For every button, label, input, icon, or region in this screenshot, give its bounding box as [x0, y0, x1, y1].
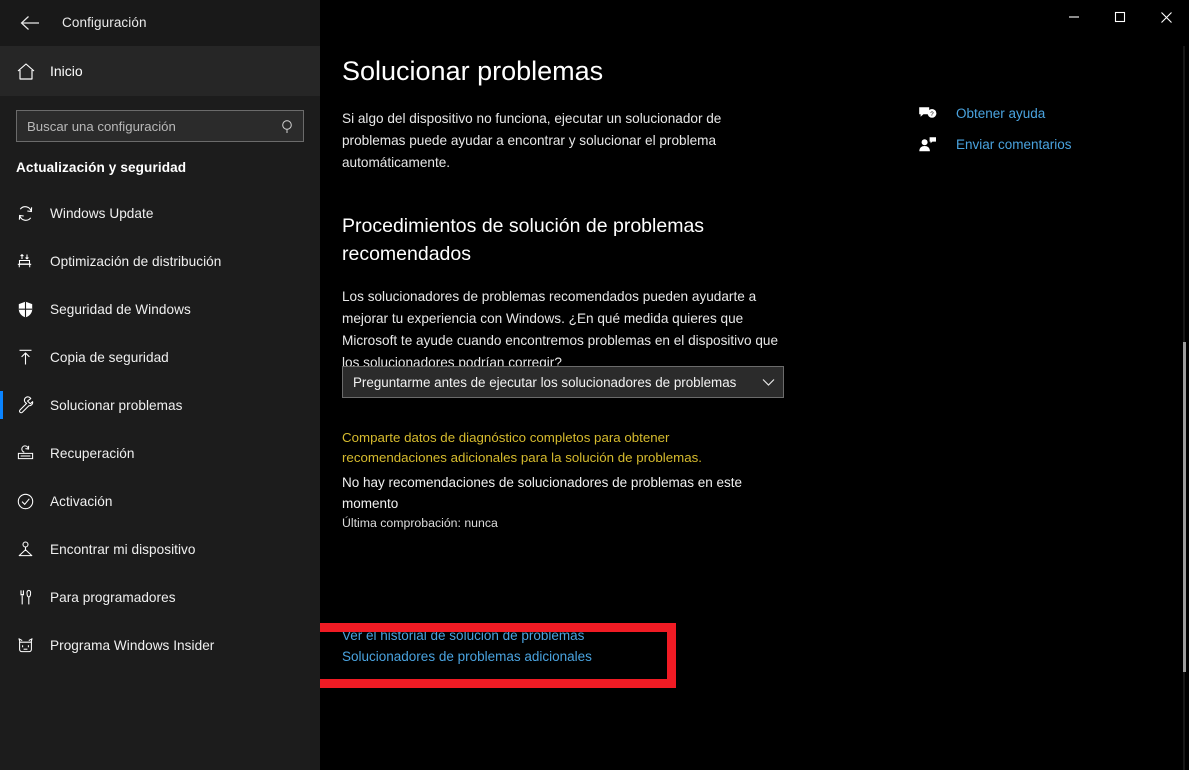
- additional-troubleshooters-link[interactable]: Solucionadores de problemas adicionales: [342, 649, 592, 664]
- sidebar-nav-list: Windows Update Optimización de distribuc…: [0, 189, 320, 669]
- chevron-down-icon: [753, 378, 783, 387]
- sidebar-item-windows-security[interactable]: Seguridad de Windows: [0, 285, 320, 333]
- minimize-icon: [1068, 11, 1080, 23]
- help-chat-icon: ?: [918, 105, 956, 122]
- recommended-troubleshooting-dropdown[interactable]: Preguntarme antes de ejecutar los soluci…: [342, 366, 784, 398]
- sidebar-item-label: Para programadores: [50, 589, 176, 605]
- diagnostic-data-warning: Comparte datos de diagnóstico completos …: [342, 430, 702, 465]
- back-button[interactable]: [8, 3, 52, 43]
- backup-upload-icon: [16, 348, 50, 367]
- sidebar-home-label: Inicio: [50, 63, 83, 79]
- window-controls: [1051, 0, 1189, 34]
- feedback-person-icon: [918, 136, 956, 153]
- sidebar: Inicio Actualización y seguridad: [0, 46, 320, 770]
- search-icon: [273, 119, 303, 134]
- sidebar-item-label: Programa Windows Insider: [50, 637, 215, 653]
- sidebar-item-windows-insider[interactable]: Programa Windows Insider: [0, 621, 320, 669]
- shield-icon: [16, 300, 50, 319]
- recovery-icon: [16, 444, 50, 463]
- sidebar-item-recovery[interactable]: Recuperación: [0, 429, 320, 477]
- sidebar-item-backup[interactable]: Copia de seguridad: [0, 333, 320, 381]
- sidebar-item-for-developers[interactable]: Para programadores: [0, 573, 320, 621]
- section-paragraph: Los solucionadores de problemas recomend…: [342, 289, 779, 370]
- developer-tools-icon: [16, 588, 50, 607]
- sidebar-item-delivery-optimization[interactable]: Optimización de distribución: [0, 237, 320, 285]
- minimize-button[interactable]: [1051, 0, 1097, 34]
- sidebar-item-label: Encontrar mi dispositivo: [50, 541, 196, 557]
- section-heading: Procedimientos de solución de problemas …: [342, 215, 705, 265]
- maximize-button[interactable]: [1097, 0, 1143, 34]
- check-circle-icon: [16, 492, 50, 511]
- insider-cat-icon: [16, 636, 50, 655]
- get-help-link[interactable]: ? Obtener ayuda: [918, 98, 1178, 129]
- sidebar-group-title: Actualización y seguridad: [16, 160, 187, 175]
- sidebar-item-label: Activación: [50, 493, 113, 509]
- dropdown-value: Preguntarme antes de ejecutar los soluci…: [353, 374, 737, 390]
- refresh-icon: [16, 204, 50, 223]
- search-box[interactable]: [16, 110, 304, 142]
- sidebar-item-activation[interactable]: Activación: [0, 477, 320, 525]
- send-feedback-link[interactable]: Enviar comentarios: [918, 129, 1178, 160]
- scrollbar-thumb[interactable]: [1183, 342, 1186, 672]
- maximize-icon: [1114, 11, 1126, 23]
- home-icon: [16, 62, 48, 81]
- sidebar-item-label: Windows Update: [50, 205, 154, 221]
- search-container: [0, 96, 320, 142]
- delivery-optimization-icon: [16, 252, 50, 271]
- sidebar-item-label: Recuperación: [50, 445, 135, 461]
- find-device-icon: [16, 540, 50, 559]
- feedback-link-label: Enviar comentarios: [956, 137, 1072, 152]
- window-title: Configuración: [62, 15, 147, 30]
- sidebar-item-troubleshoot[interactable]: Solucionar problemas: [0, 381, 320, 429]
- last-check-text: Última comprobación: nunca: [342, 516, 498, 530]
- wrench-icon: [16, 395, 50, 415]
- no-recommendations-text: No hay recomendaciones de solucionadores…: [342, 475, 742, 511]
- vertical-scrollbar[interactable]: [1177, 46, 1189, 770]
- settings-window: Configuración Inicio Buscar una configur…: [0, 0, 1189, 770]
- close-button[interactable]: [1143, 0, 1189, 34]
- sidebar-item-find-my-device[interactable]: Encontrar mi dispositivo: [0, 525, 320, 573]
- help-links-column: ? Obtener ayuda Enviar comentarios: [918, 98, 1178, 160]
- sidebar-item-label: Optimización de distribución: [50, 253, 222, 269]
- page-title: Solucionar problemas: [342, 56, 604, 86]
- selection-accent-bar: [0, 391, 3, 419]
- main-content: Solucionar problemas Si algo del disposi…: [320, 46, 1189, 770]
- svg-text:?: ?: [930, 111, 934, 118]
- sidebar-item-label: Copia de seguridad: [50, 349, 169, 365]
- intro-paragraph: Si algo del dispositivo no funciona, eje…: [342, 111, 722, 170]
- help-link-label: Obtener ayuda: [956, 106, 1046, 121]
- back-arrow-icon: [20, 15, 40, 31]
- title-bar: Configuración: [0, 0, 1189, 46]
- sidebar-item-label: Seguridad de Windows: [50, 301, 191, 317]
- sidebar-item-home[interactable]: Inicio: [0, 46, 320, 96]
- additional-troubleshooters-row: Solucionadores de problemas adicionales: [342, 641, 672, 671]
- close-icon: [1160, 11, 1173, 24]
- sidebar-item-label: Solucionar problemas: [50, 397, 183, 413]
- sidebar-item-windows-update[interactable]: Windows Update: [0, 189, 320, 237]
- search-input[interactable]: [17, 118, 273, 134]
